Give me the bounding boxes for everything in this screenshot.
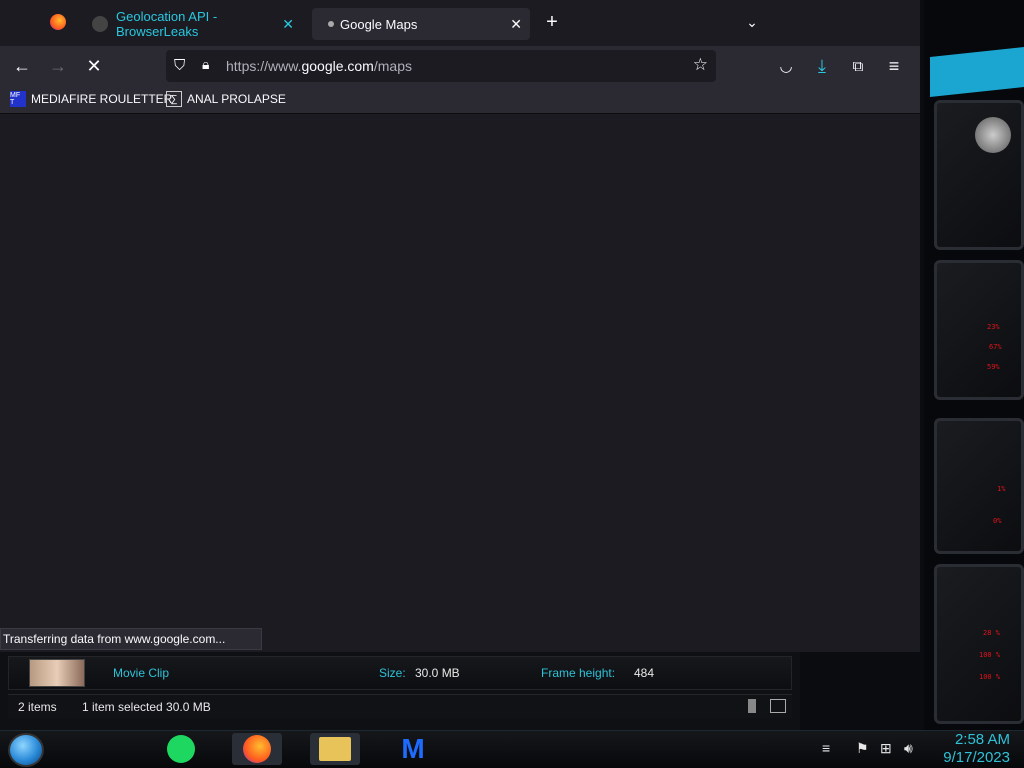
extensions-icon[interactable]: ⧉ [844, 52, 872, 80]
alien-logo-icon [975, 117, 1011, 153]
tab-geolocation[interactable]: Geolocation API - BrowserLeaks ✕ [82, 8, 302, 40]
start-button[interactable] [8, 733, 44, 767]
tab-title: Geolocation API - BrowserLeaks [116, 9, 218, 39]
tab-google-maps[interactable]: Google Maps ✕ [312, 8, 530, 40]
lock-icon[interactable]: 🔒︎ [202, 56, 209, 73]
spotify-icon [167, 735, 195, 763]
system-gadget-cpu [934, 100, 1024, 250]
readout-1: 23% [987, 323, 1000, 331]
new-tab-button[interactable]: + [538, 8, 566, 36]
frame-height-label: Frame height: [541, 666, 616, 680]
firefox-icon [243, 735, 271, 763]
selection-info: 1 item selected 30.0 MB [82, 700, 211, 714]
browser-window: Geolocation API - BrowserLeaks ✕ Google … [0, 0, 920, 652]
bookmark-favicon-icon: ∑ [166, 91, 182, 107]
url-path: /maps [373, 58, 412, 74]
close-icon[interactable]: ✕ [510, 16, 522, 33]
system-gadget-memory: 23% 67% 59% [934, 260, 1024, 400]
close-icon[interactable]: ✕ [282, 16, 294, 33]
bookmark-second[interactable]: ∑ ANAL PROLAPSE [166, 91, 286, 107]
readout-3: 59% [987, 363, 1000, 371]
video-thumbnail[interactable] [29, 659, 85, 687]
bookmarks-toolbar: MF T MEDIAFIRE ROULETTER ∑ ANAL PROLAPSE [0, 86, 920, 114]
stop-loading-button[interactable]: ✕ [80, 52, 108, 80]
taskbar-malwarebytes[interactable]: M [388, 733, 438, 765]
readout-7: 100 % [979, 651, 1001, 659]
taskbar-file-explorer[interactable] [310, 733, 360, 765]
readout-5: 0% [993, 517, 1002, 525]
clock-date: 9/17/2023 [943, 749, 1010, 766]
shield-icon[interactable]: ⛉ [174, 57, 185, 74]
bookmark-label: MEDIAFIRE ROULETTER [31, 92, 173, 106]
bookmark-star-icon[interactable]: ☆ [693, 55, 708, 75]
system-gadget-disk: 28 % 100 % 100 % [934, 564, 1024, 724]
frame-height-value: 484 [634, 666, 655, 680]
size-label: Size: [379, 666, 406, 680]
mediafire-favicon-icon: MF T [10, 91, 26, 107]
clock-time: 2:58 AM [954, 731, 1010, 748]
cyan-banner [930, 47, 1024, 97]
navigation-toolbar: ← → ✕ ⛉ 🔒︎ https://www.google.com/maps ☆… [0, 46, 920, 86]
preview-pane-icon[interactable] [770, 699, 786, 713]
address-bar[interactable]: ⛉ 🔒︎ https://www.google.com/maps ☆ [166, 50, 716, 82]
forward-button[interactable]: → [44, 52, 72, 80]
menu-icon[interactable]: ≡ [880, 52, 908, 80]
readout-4: 1% [997, 485, 1006, 493]
tab-bar: Geolocation API - BrowserLeaks ✕ Google … [0, 0, 920, 46]
readout-8: 100 % [979, 673, 1001, 681]
size-value: 30.0 MB [415, 666, 460, 680]
file-type: Movie Clip [113, 666, 170, 680]
show-hidden-icons[interactable]: ≡ [822, 740, 830, 756]
folder-icon [319, 737, 351, 761]
taskbar-firefox[interactable] [232, 733, 282, 765]
browserleaks-favicon-icon [92, 16, 108, 32]
page-content-area[interactable] [0, 114, 920, 652]
back-button[interactable]: ← [8, 52, 36, 80]
url-prefix: https://www. [226, 58, 302, 74]
details-view-icon[interactable] [748, 699, 756, 713]
explorer-status-bar: 2 items 1 item selected 30.0 MB [8, 694, 792, 718]
desktop-gadgets: 23% 67% 59% 1% 0% 28 % 100 % 100 % [924, 0, 1024, 730]
tab-title: Google Maps [340, 16, 418, 32]
bookmark-mediafire[interactable]: MF T MEDIAFIRE ROULETTER [10, 91, 172, 107]
downloads-icon[interactable]: ⤓ [808, 52, 836, 80]
list-tabs-button[interactable]: ⌄ [738, 8, 766, 36]
status-panel: Transferring data from www.google.com... [0, 628, 262, 650]
clock[interactable]: 2:58 AM 9/17/2023 [943, 731, 1010, 767]
file-explorer-details: Movie Clip Size: 30.0 MB Frame height: 4… [0, 652, 800, 730]
network-icon[interactable]: ⊞ [880, 740, 892, 757]
item-count: 2 items [18, 700, 57, 714]
readout-6: 28 % [983, 629, 1000, 637]
readout-2: 67% [989, 343, 1002, 351]
pocket-icon[interactable]: ◡ [772, 52, 800, 80]
flag-icon[interactable]: ⚑ [856, 740, 869, 757]
system-gadget-network: 1% 0% [934, 418, 1024, 554]
firefox-view-icon[interactable] [50, 14, 66, 30]
volume-icon[interactable]: 🔊︎ [904, 740, 913, 757]
taskbar: M ≡ ⚑ ⊞ 🔊︎ 2:58 AM 9/17/2023 [0, 730, 1024, 768]
taskbar-spotify[interactable] [156, 733, 206, 765]
loading-dot-icon [328, 21, 334, 27]
url-domain: google.com [301, 58, 374, 74]
malwarebytes-icon: M [401, 733, 425, 764]
url-text[interactable]: https://www.google.com/maps [226, 58, 412, 74]
bookmark-label: ANAL PROLAPSE [187, 92, 286, 106]
details-pane: Movie Clip Size: 30.0 MB Frame height: 4… [8, 656, 792, 690]
